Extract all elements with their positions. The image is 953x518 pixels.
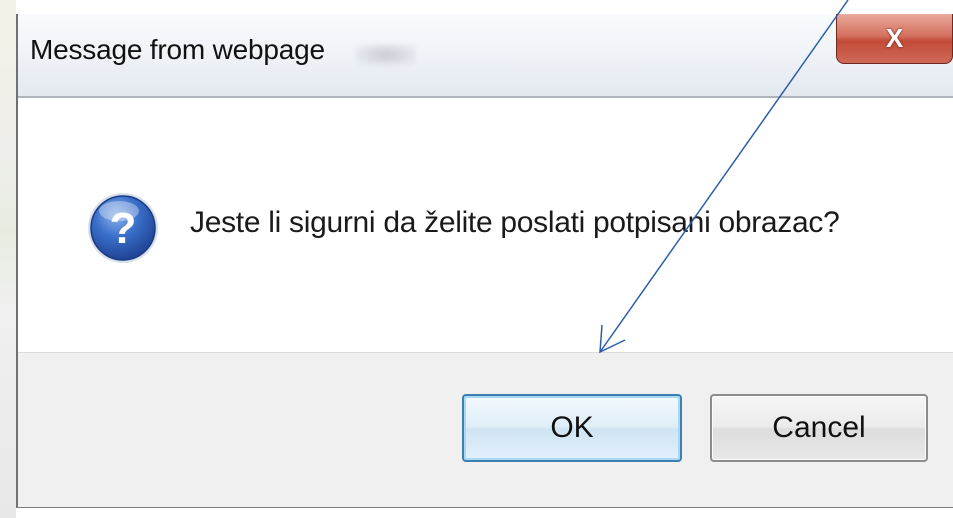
svg-text:?: ?: [110, 204, 137, 253]
cancel-button-label: Cancel: [772, 411, 866, 444]
question-icon: ?: [88, 193, 158, 263]
blurred-title-suffix: [356, 44, 416, 66]
background-page: [0, 0, 16, 518]
ok-button[interactable]: OK: [462, 394, 682, 462]
dialog-content: ? Jeste li sigurni da želite poslati pot…: [18, 98, 953, 352]
screenshot-stage: Message from webpage X ? Jeste li sigurn…: [0, 0, 953, 518]
dialog-title: Message from webpage: [30, 34, 325, 65]
close-icon: X: [885, 23, 904, 53]
dialog-button-bar: OK Cancel: [18, 352, 953, 507]
dialog-titlebar[interactable]: Message from webpage X: [18, 14, 953, 98]
message-dialog: Message from webpage X ? Jeste li sigurn…: [16, 14, 953, 508]
ok-button-label: OK: [550, 411, 594, 444]
dialog-message: Jeste li sigurni da želite poslati potpi…: [190, 206, 840, 239]
cancel-button[interactable]: Cancel: [710, 394, 928, 462]
close-button[interactable]: X: [836, 14, 953, 64]
